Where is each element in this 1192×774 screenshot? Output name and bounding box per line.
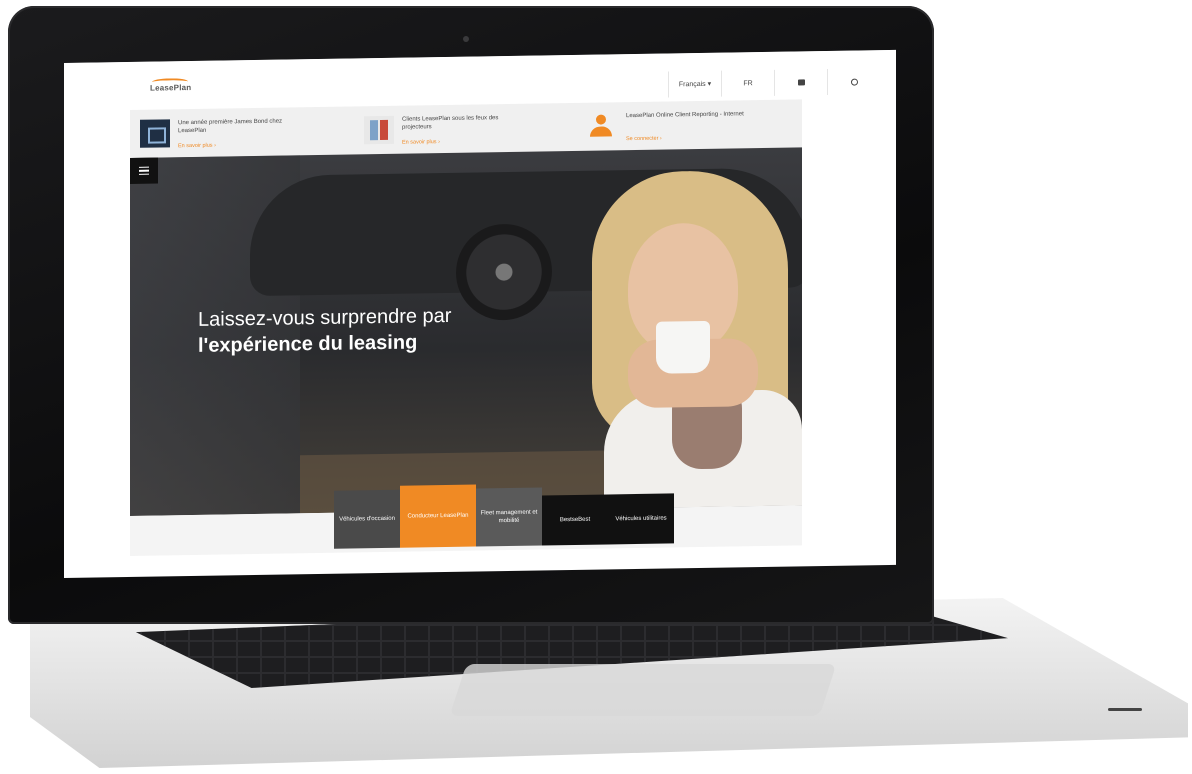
promo-link[interactable]: En savoir plus › bbox=[402, 139, 440, 146]
tab-driver[interactable]: Conducteur LeasePlan bbox=[400, 484, 476, 548]
hero-headline: Laissez-vous surprendre par l'expérience… bbox=[198, 303, 451, 359]
promo-thumbnail bbox=[140, 119, 170, 148]
lang-code-button[interactable]: FR bbox=[721, 69, 774, 97]
menu-line-icon bbox=[139, 173, 149, 176]
search-button[interactable] bbox=[827, 68, 880, 96]
promo-link[interactable]: En savoir plus › bbox=[178, 143, 216, 150]
promo-thumbnail bbox=[364, 115, 394, 145]
promo-link[interactable]: Se connecter › bbox=[626, 136, 662, 143]
menu-line-icon bbox=[139, 166, 149, 169]
hero-woman bbox=[588, 169, 802, 513]
laptop-lid: LeasePlan Français ▾ FR Une année premiè… bbox=[8, 6, 934, 624]
quick-links: Véhicules d'occasion Conducteur LeasePla… bbox=[334, 481, 674, 549]
hero-wheel bbox=[456, 223, 552, 321]
promo-item-1[interactable]: Une année première James Bond chez Lease… bbox=[130, 106, 354, 158]
tab-used-vehicles[interactable]: Véhicules d'occasion bbox=[334, 489, 400, 549]
trackpad bbox=[449, 664, 837, 716]
promo-title: Clients LeasePlan sous les feux des proj… bbox=[402, 115, 499, 131]
headline-line-1: Laissez-vous surprendre par bbox=[198, 304, 452, 331]
headline-line-2: l'expérience du leasing bbox=[198, 331, 418, 357]
promo-item-3[interactable]: LeasePlan Online Client Reporting - Inte… bbox=[578, 99, 802, 151]
hamburger-menu-button[interactable] bbox=[130, 157, 158, 184]
camera-icon bbox=[463, 36, 469, 42]
tab-commercial-vehicles[interactable]: Véhicules utilitaires bbox=[608, 493, 674, 545]
indicator-light bbox=[1108, 708, 1142, 711]
site-logo[interactable]: LeasePlan bbox=[150, 78, 191, 93]
promo-title: Une année première James Bond chez Lease… bbox=[178, 118, 283, 135]
promo-item-2[interactable]: Clients LeasePlan sous les feux des proj… bbox=[354, 103, 578, 155]
promo-title: LeasePlan Online Client Reporting - Inte… bbox=[626, 111, 744, 120]
mail-icon bbox=[797, 79, 805, 86]
laptop-screen: LeasePlan Français ▾ FR Une année premiè… bbox=[64, 49, 896, 578]
user-icon bbox=[590, 114, 612, 138]
mail-button[interactable] bbox=[774, 69, 827, 96]
tab-bestsebest[interactable]: BestseBest bbox=[542, 494, 608, 546]
search-icon bbox=[850, 78, 858, 86]
logo-swoosh-icon bbox=[152, 78, 188, 86]
menu-line-icon bbox=[139, 169, 149, 172]
language-dropdown[interactable]: Français ▾ bbox=[668, 70, 721, 98]
top-nav: Français ▾ FR bbox=[668, 68, 880, 98]
tab-fleet-management[interactable]: Fleet management et mobilité bbox=[476, 487, 542, 547]
